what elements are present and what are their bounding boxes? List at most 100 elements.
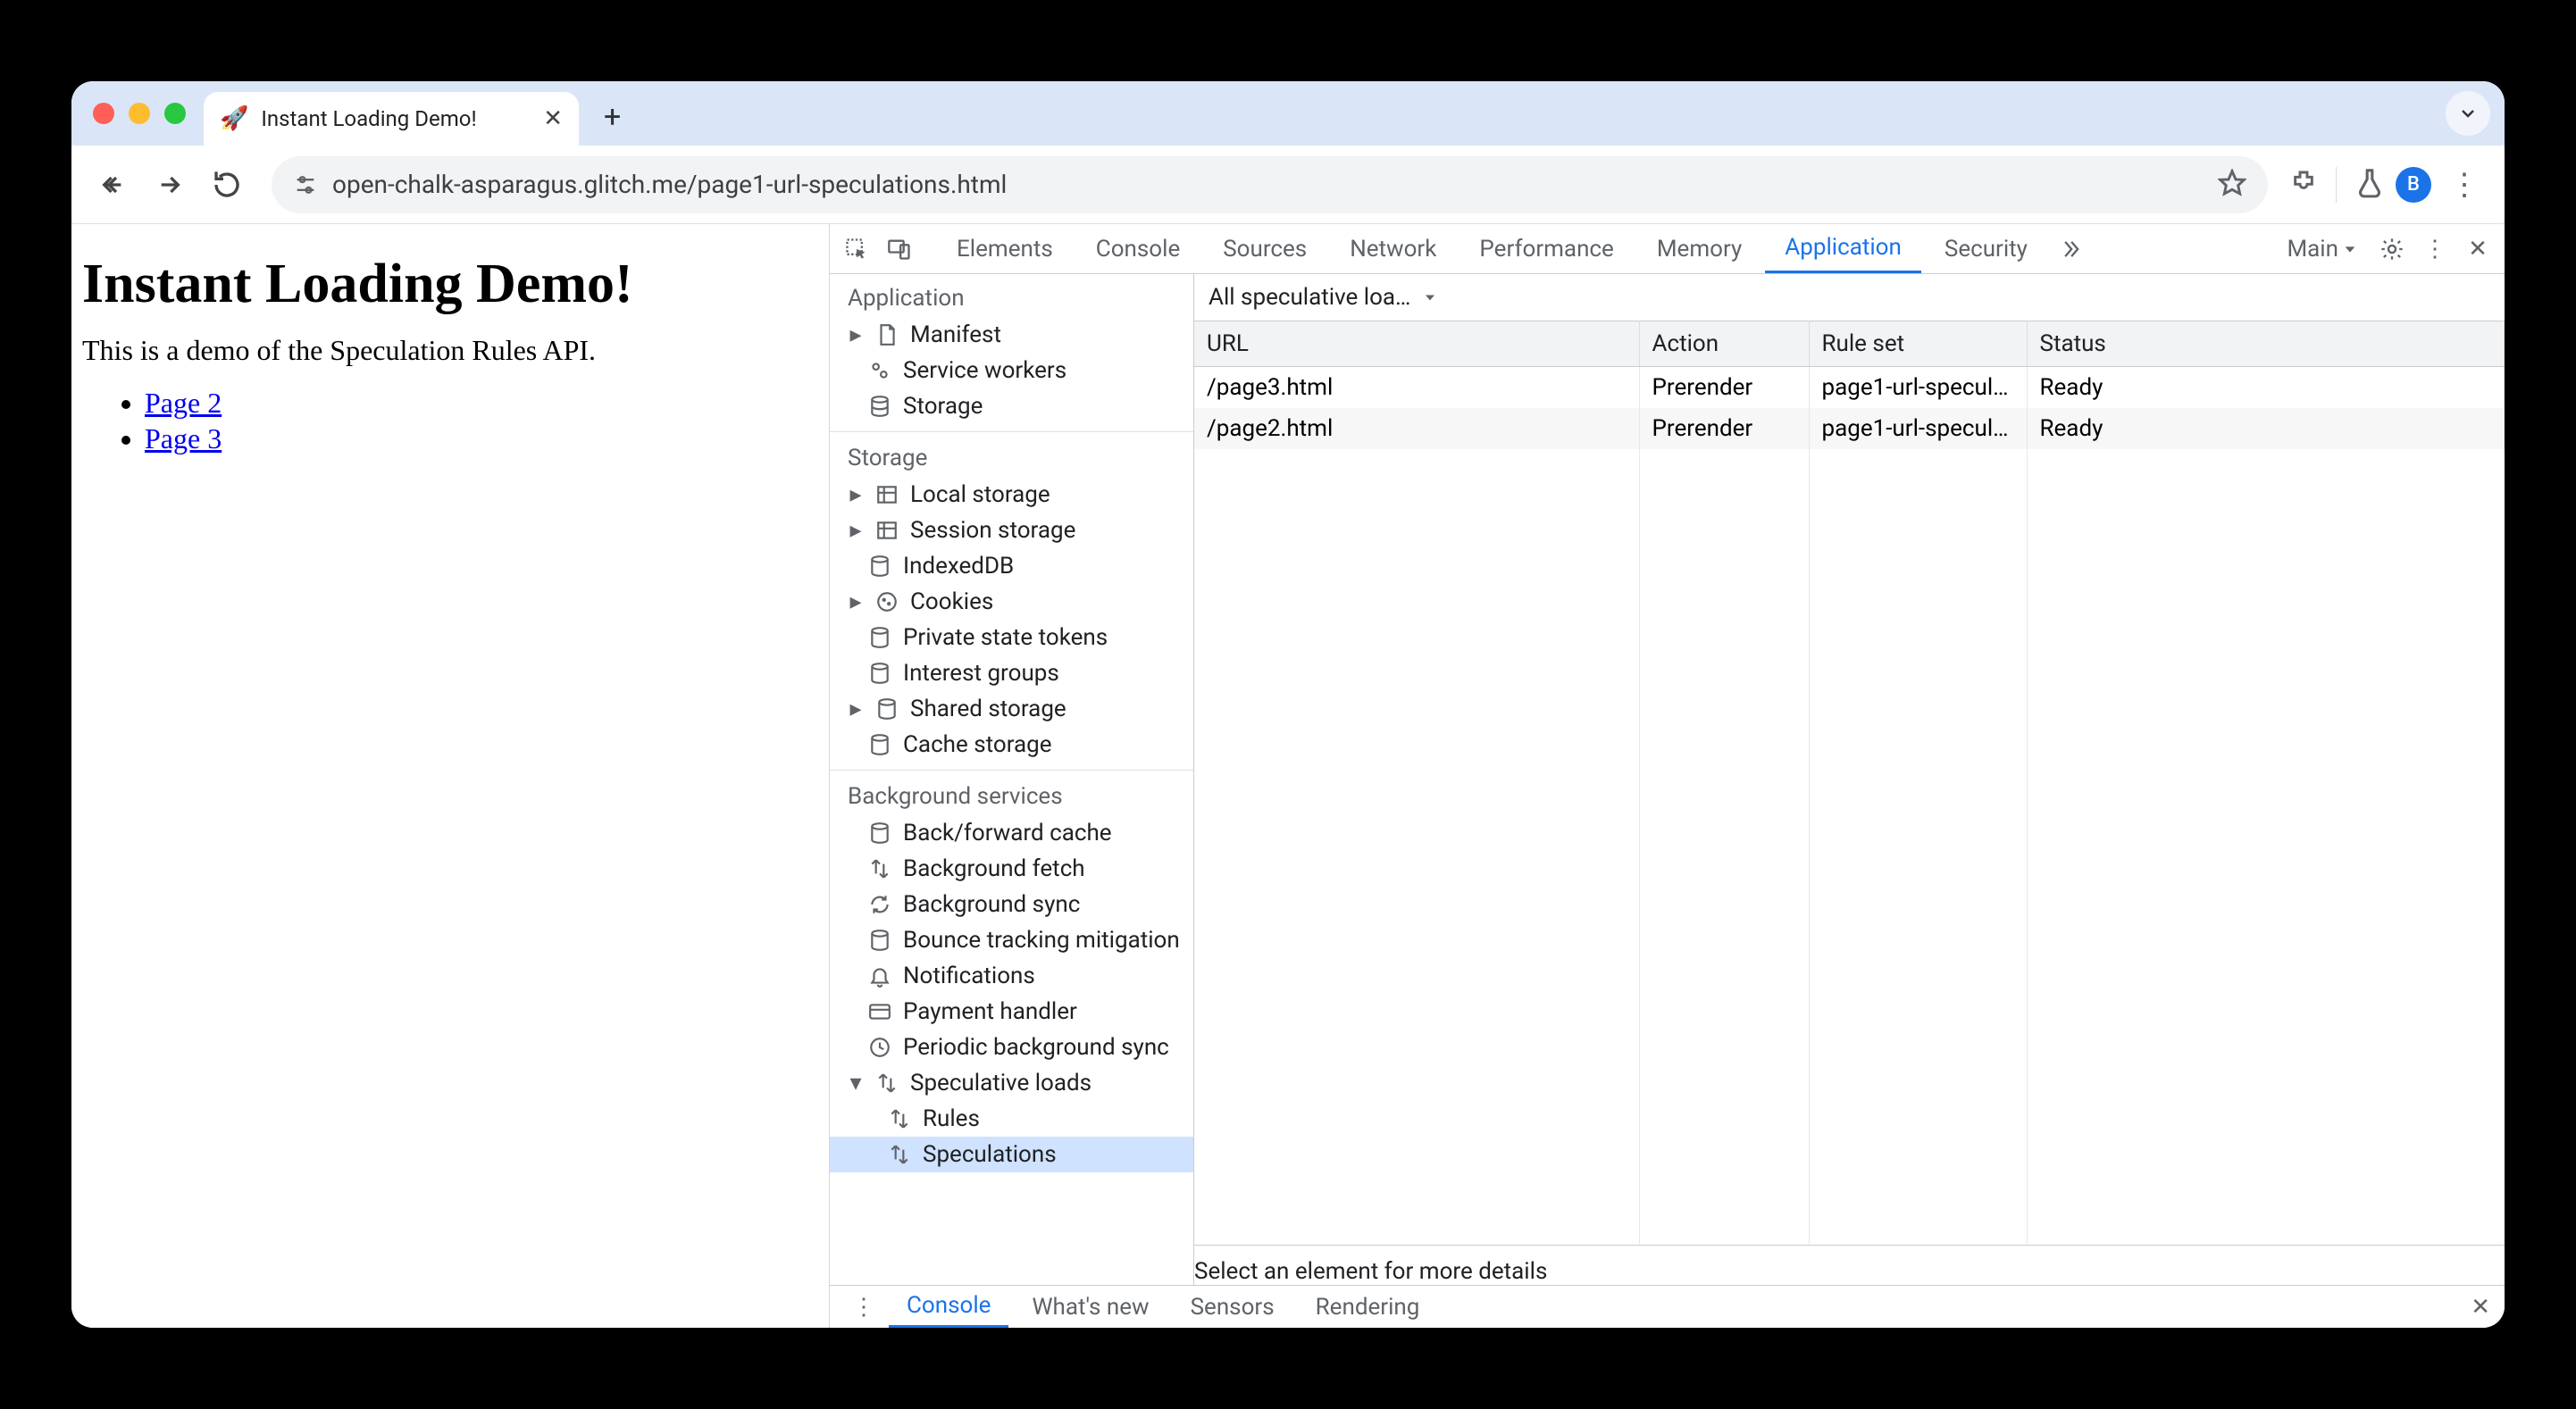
sidebar-item-local-storage[interactable]: ▸Local storage <box>830 477 1193 513</box>
gear-icon[interactable] <box>2372 229 2412 269</box>
chrome-menu-icon[interactable]: ⋮ <box>2442 167 2487 203</box>
close-icon[interactable]: ✕ <box>2471 1294 2490 1321</box>
table-empty-region <box>1194 449 2505 1246</box>
sidebar-item-background-fetch[interactable]: Background fetch <box>830 851 1193 887</box>
sidebar-group-application: Application <box>830 274 1193 317</box>
clock-icon <box>867 1035 892 1060</box>
tab-strip: 🚀 Instant Loading Demo! ✕ + <box>71 81 2505 146</box>
sidebar-item-manifest[interactable]: ▸Manifest <box>830 317 1193 353</box>
more-tabs-icon[interactable] <box>2051 229 2090 269</box>
filter-select[interactable]: All speculative loa… <box>1209 284 1439 311</box>
page-content: Instant Loading Demo! This is a demo of … <box>71 224 829 1328</box>
site-settings-icon[interactable] <box>293 172 318 197</box>
page-links: Page 2 Page 3 <box>82 385 818 456</box>
sidebar-item-speculative-loads[interactable]: ▾Speculative loads <box>830 1065 1193 1101</box>
tab-sources[interactable]: Sources <box>1203 224 1326 273</box>
database-icon <box>874 696 899 721</box>
tab-security[interactable]: Security <box>1925 224 2047 273</box>
kebab-icon[interactable]: ⋮ <box>844 1288 883 1327</box>
extensions-icon[interactable] <box>2289 169 2318 201</box>
database-icon <box>867 928 892 953</box>
traffic-lights <box>86 103 197 124</box>
sidebar-item-cache-storage[interactable]: Cache storage <box>830 727 1193 763</box>
page-link[interactable]: Page 2 <box>145 387 222 419</box>
drawer-tab-whatsnew[interactable]: What's new <box>1014 1286 1167 1328</box>
sidebar-item-background-sync[interactable]: Background sync <box>830 887 1193 922</box>
labs-icon[interactable] <box>2354 168 2385 202</box>
speculations-panel: All speculative loa… URL Action Rule set… <box>1194 274 2505 1285</box>
drawer-tab-sensors[interactable]: Sensors <box>1173 1286 1292 1328</box>
database-icon <box>867 732 892 757</box>
sidebar-item-rules[interactable]: Rules <box>830 1101 1193 1137</box>
window-close[interactable] <box>93 103 114 124</box>
database-icon <box>867 821 892 846</box>
cookie-icon <box>874 589 899 614</box>
col-url[interactable]: URL <box>1194 321 1639 367</box>
col-action[interactable]: Action <box>1639 321 1809 367</box>
document-icon <box>874 322 899 347</box>
sidebar-item-speculations[interactable]: Speculations <box>830 1137 1193 1172</box>
sidebar-item-bfcache[interactable]: Back/forward cache <box>830 815 1193 851</box>
devtools-body: Application ▸Manifest Service workers St… <box>830 274 2505 1285</box>
sidebar-item-service-workers[interactable]: Service workers <box>830 353 1193 388</box>
table-row[interactable]: /page2.html Prerender page1-url-specul… … <box>1194 408 2505 449</box>
sidebar-item-shared-storage[interactable]: ▸Shared storage <box>830 691 1193 727</box>
card-icon <box>867 999 892 1024</box>
address-bar[interactable]: open-chalk-asparagus.glitch.me/page1-url… <box>272 156 2268 213</box>
sidebar-group-storage: Storage <box>830 434 1193 477</box>
tab-network[interactable]: Network <box>1330 224 1456 273</box>
panel-toolbar: All speculative loa… <box>1194 274 2505 321</box>
col-ruleset[interactable]: Rule set <box>1809 321 2027 367</box>
table-icon <box>874 482 899 507</box>
tab-title: Instant Loading Demo! <box>261 106 531 131</box>
sidebar-item-private-state-tokens[interactable]: Private state tokens <box>830 620 1193 655</box>
speculations-table: URL Action Rule set Status /page3.html P… <box>1194 321 2505 449</box>
tab-elements[interactable]: Elements <box>937 224 1073 273</box>
browser-window: 🚀 Instant Loading Demo! ✕ + open-chalk-a… <box>71 81 2505 1328</box>
sidebar-item-notifications[interactable]: Notifications <box>830 958 1193 994</box>
sidebar-item-session-storage[interactable]: ▸Session storage <box>830 513 1193 548</box>
close-icon[interactable]: ✕ <box>543 105 563 132</box>
table-row[interactable]: /page3.html Prerender page1-url-specul… … <box>1194 367 2505 409</box>
chevron-down-icon[interactable] <box>2446 91 2490 136</box>
forward-button[interactable] <box>146 162 193 208</box>
page-link[interactable]: Page 3 <box>145 422 222 454</box>
window-maximize[interactable] <box>164 103 186 124</box>
database-icon <box>867 625 892 650</box>
inspect-icon[interactable] <box>837 229 876 269</box>
tab-memory[interactable]: Memory <box>1637 224 1761 273</box>
tab-application[interactable]: Application <box>1765 224 1921 273</box>
sidebar-item-periodic-sync[interactable]: Periodic background sync <box>830 1030 1193 1065</box>
reload-button[interactable] <box>204 162 250 208</box>
sidebar-item-interest-groups[interactable]: Interest groups <box>830 655 1193 691</box>
transfer-icon <box>887 1142 912 1167</box>
close-icon[interactable]: ✕ <box>2458 229 2497 269</box>
page-description: This is a demo of the Speculation Rules … <box>82 334 818 367</box>
col-status[interactable]: Status <box>2027 321 2505 367</box>
tab-console[interactable]: Console <box>1076 224 1200 273</box>
database-icon <box>867 554 892 579</box>
sidebar-item-payment-handler[interactable]: Payment handler <box>830 994 1193 1030</box>
browser-tab[interactable]: 🚀 Instant Loading Demo! ✕ <box>204 92 579 146</box>
drawer-tab-console[interactable]: Console <box>889 1286 1008 1328</box>
detail-placeholder: Select an element for more details <box>1194 1246 2505 1285</box>
kebab-icon[interactable]: ⋮ <box>2415 229 2455 269</box>
sidebar-item-cookies[interactable]: ▸Cookies <box>830 584 1193 620</box>
rocket-icon: 🚀 <box>220 105 248 132</box>
page-title: Instant Loading Demo! <box>82 253 818 316</box>
window-minimize[interactable] <box>129 103 150 124</box>
frame-selector[interactable]: Main <box>2276 236 2369 263</box>
profile-avatar[interactable]: B <box>2396 167 2431 203</box>
devtools: Elements Console Sources Network Perform… <box>829 224 2505 1328</box>
sidebar-item-indexeddb[interactable]: IndexedDB <box>830 548 1193 584</box>
device-icon[interactable] <box>880 229 919 269</box>
sidebar-item-bounce-tracking[interactable]: Bounce tracking mitigation <box>830 922 1193 958</box>
back-button[interactable] <box>89 162 136 208</box>
devtools-drawer: ⋮ Console What's new Sensors Rendering ✕ <box>830 1285 2505 1328</box>
main-split: Instant Loading Demo! This is a demo of … <box>71 224 2505 1328</box>
new-tab-button[interactable]: + <box>586 99 639 135</box>
tab-performance[interactable]: Performance <box>1459 224 1633 273</box>
star-icon[interactable] <box>2218 169 2246 201</box>
drawer-tab-rendering[interactable]: Rendering <box>1298 1286 1438 1328</box>
sidebar-item-storage[interactable]: Storage <box>830 388 1193 424</box>
